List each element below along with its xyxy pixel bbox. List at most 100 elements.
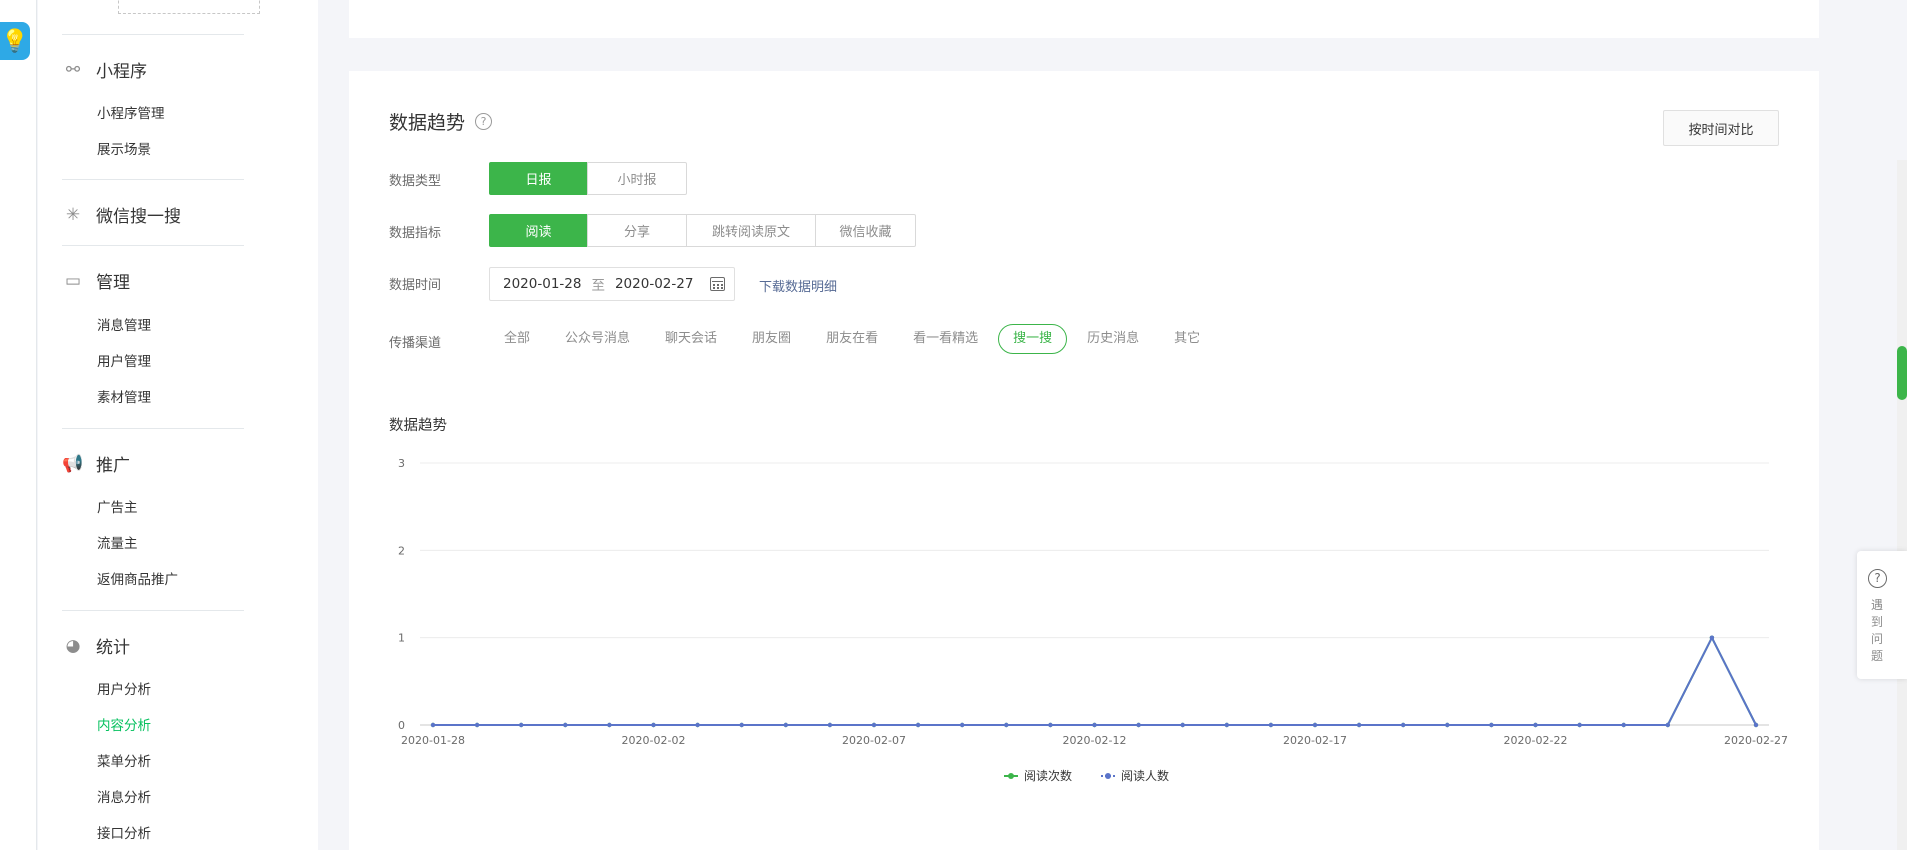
sidebar-group-label: 微信搜一搜 [96, 207, 181, 227]
sidebar-item-user-manage[interactable]: 用户管理 [97, 350, 151, 370]
lightbulb-icon[interactable]: 💡 [0, 22, 30, 60]
channel-official-message[interactable]: 公众号消息 [550, 324, 645, 354]
data-point [430, 722, 436, 728]
trend-line-chart: 0 1 2 3 2020-01-28 2020-02-02 2020-02-07 2020-0… [398, 457, 1788, 783]
help-float-panel[interactable]: ? 遇到问题 [1857, 551, 1907, 679]
sidebar-divider [62, 428, 244, 429]
channel-moments[interactable]: 朋友圈 [737, 324, 806, 354]
question-icon: ? [1868, 569, 1887, 588]
data-type-label: 数据类型 [389, 174, 442, 189]
page-title: 数据趋势 ? [389, 108, 493, 135]
dashed-placeholder [118, 0, 260, 14]
pie-chart-icon: ◕ [65, 635, 81, 656]
metric-favorite-option[interactable]: 微信收藏 [815, 214, 916, 247]
sidebar-item-publisher[interactable]: 流量主 [97, 532, 138, 552]
compare-by-time-button[interactable]: 按时间对比 [1663, 110, 1779, 146]
data-type-hourly-option[interactable]: 小时报 [587, 162, 687, 195]
x-tick-label: 2020-01-28 [401, 734, 465, 747]
title-text: 数据趋势 [389, 112, 466, 134]
data-point [783, 722, 788, 728]
x-tick-label: 2020-02-22 [1504, 734, 1568, 747]
date-start: 2020-01-28 [503, 276, 582, 292]
sidebar-group-label: 推广 [96, 456, 130, 476]
left-toolbar-strip: 💡 [0, 0, 37, 850]
sidebar-group-manage[interactable]: ▭ 管理 [60, 268, 130, 294]
data-point [519, 722, 524, 728]
sidebar-item-message-manage[interactable]: 消息管理 [97, 314, 151, 334]
data-time-label: 数据时间 [389, 278, 442, 293]
sidebar-item-advertiser[interactable]: 广告主 [97, 496, 138, 516]
metric-jump-original-option[interactable]: 跳转阅读原文 [686, 214, 816, 247]
sidebar-divider [62, 34, 244, 35]
sidebar-item-menu-analysis[interactable]: 菜单分析 [97, 750, 151, 770]
y-tick-label: 3 [398, 457, 405, 470]
sidebar-item-message-analysis[interactable]: 消息分析 [97, 786, 151, 806]
sidebar-item-content-analysis[interactable]: 内容分析 [97, 714, 151, 734]
data-point [1401, 722, 1406, 728]
data-point [1312, 722, 1318, 728]
data-point [474, 722, 480, 728]
y-tick-label: 1 [398, 632, 405, 645]
metric-read-option[interactable]: 阅读 [489, 214, 588, 247]
data-point [1224, 722, 1229, 728]
data-point [607, 722, 612, 728]
channel-history[interactable]: 历史消息 [1072, 324, 1154, 354]
sparkle-icon: ✳ [65, 204, 81, 225]
help-float-text: 遇到问题 [1871, 598, 1884, 663]
channel-label: 传播渠道 [389, 336, 442, 351]
download-data-link[interactable]: 下载数据明细 [759, 276, 837, 295]
link-icon: ⚯ [65, 59, 81, 80]
sidebar-group-label: 管理 [96, 273, 130, 293]
sidebar-item-material-manage[interactable]: 素材管理 [97, 386, 151, 406]
data-point [1665, 722, 1671, 728]
data-point [915, 722, 921, 728]
sidebar-item-api-analysis[interactable]: 接口分析 [97, 822, 151, 842]
channel-filter: 全部 公众号消息 聊天会话 朋友圈 朋友在看 看一看精选 搜一搜 历史消息 其它 [489, 324, 1220, 354]
data-metric-segment: 阅读 分享 跳转阅读原文 微信收藏 [489, 214, 916, 247]
sidebar [38, 0, 318, 850]
channel-chat[interactable]: 聊天会话 [650, 324, 732, 354]
data-point [1048, 722, 1053, 728]
metric-share-option[interactable]: 分享 [587, 214, 687, 247]
sidebar-group-label: 小程序 [96, 62, 147, 82]
channel-search[interactable]: 搜一搜 [998, 324, 1068, 354]
scrollbar-track[interactable] [1897, 160, 1907, 850]
data-point [1356, 722, 1362, 728]
channel-other[interactable]: 其它 [1159, 324, 1215, 354]
chart-title: 数据趋势 [389, 418, 447, 434]
channel-friends-watching[interactable]: 朋友在看 [811, 324, 893, 354]
sidebar-item-user-analysis[interactable]: 用户分析 [97, 678, 151, 698]
y-tick-label: 2 [398, 544, 405, 557]
sidebar-group-label: 统计 [96, 638, 130, 658]
sidebar-group-promote[interactable]: 📢 推广 [60, 451, 130, 477]
legend-label: 阅读人数 [1121, 768, 1169, 783]
sidebar-divider [62, 179, 244, 180]
channel-top-stories[interactable]: 看一看精选 [898, 324, 993, 354]
data-point [1577, 722, 1582, 728]
channel-all[interactable]: 全部 [489, 324, 545, 354]
sidebar-item-commission-promo[interactable]: 返佣商品推广 [97, 568, 178, 588]
data-point [695, 722, 700, 728]
sidebar-group-stats[interactable]: ◕ 统计 [60, 633, 130, 659]
x-tick-label: 2020-02-07 [842, 734, 906, 747]
x-tick-label: 2020-02-02 [622, 734, 686, 747]
sidebar-group-miniprogram[interactable]: ⚯ 小程序 [60, 57, 147, 83]
series-line-0 [433, 635, 1757, 726]
data-point [1180, 722, 1185, 728]
sidebar-divider [62, 610, 244, 611]
scrollbar-thumb[interactable] [1897, 346, 1907, 400]
top-card [349, 0, 1819, 38]
sidebar-item-miniprogram-manage[interactable]: 小程序管理 [97, 102, 165, 122]
data-metric-label: 数据指标 [389, 226, 442, 241]
sidebar-group-search[interactable]: ✳ 微信搜一搜 [60, 202, 181, 228]
help-icon[interactable]: ? [475, 113, 493, 130]
calendar-icon [710, 277, 725, 291]
legend-label: 阅读次数 [1024, 768, 1072, 783]
data-type-segment: 日报 小时报 [489, 162, 687, 195]
date-range-picker[interactable]: 2020-01-28 至 2020-02-27 [489, 267, 735, 301]
data-type-daily-option[interactable]: 日报 [489, 162, 588, 195]
sidebar-item-display-scene[interactable]: 展示场景 [97, 138, 151, 158]
data-point [1136, 722, 1141, 728]
x-tick-label: 2020-02-12 [1063, 734, 1127, 747]
x-tick-label: 2020-02-17 [1283, 734, 1347, 747]
